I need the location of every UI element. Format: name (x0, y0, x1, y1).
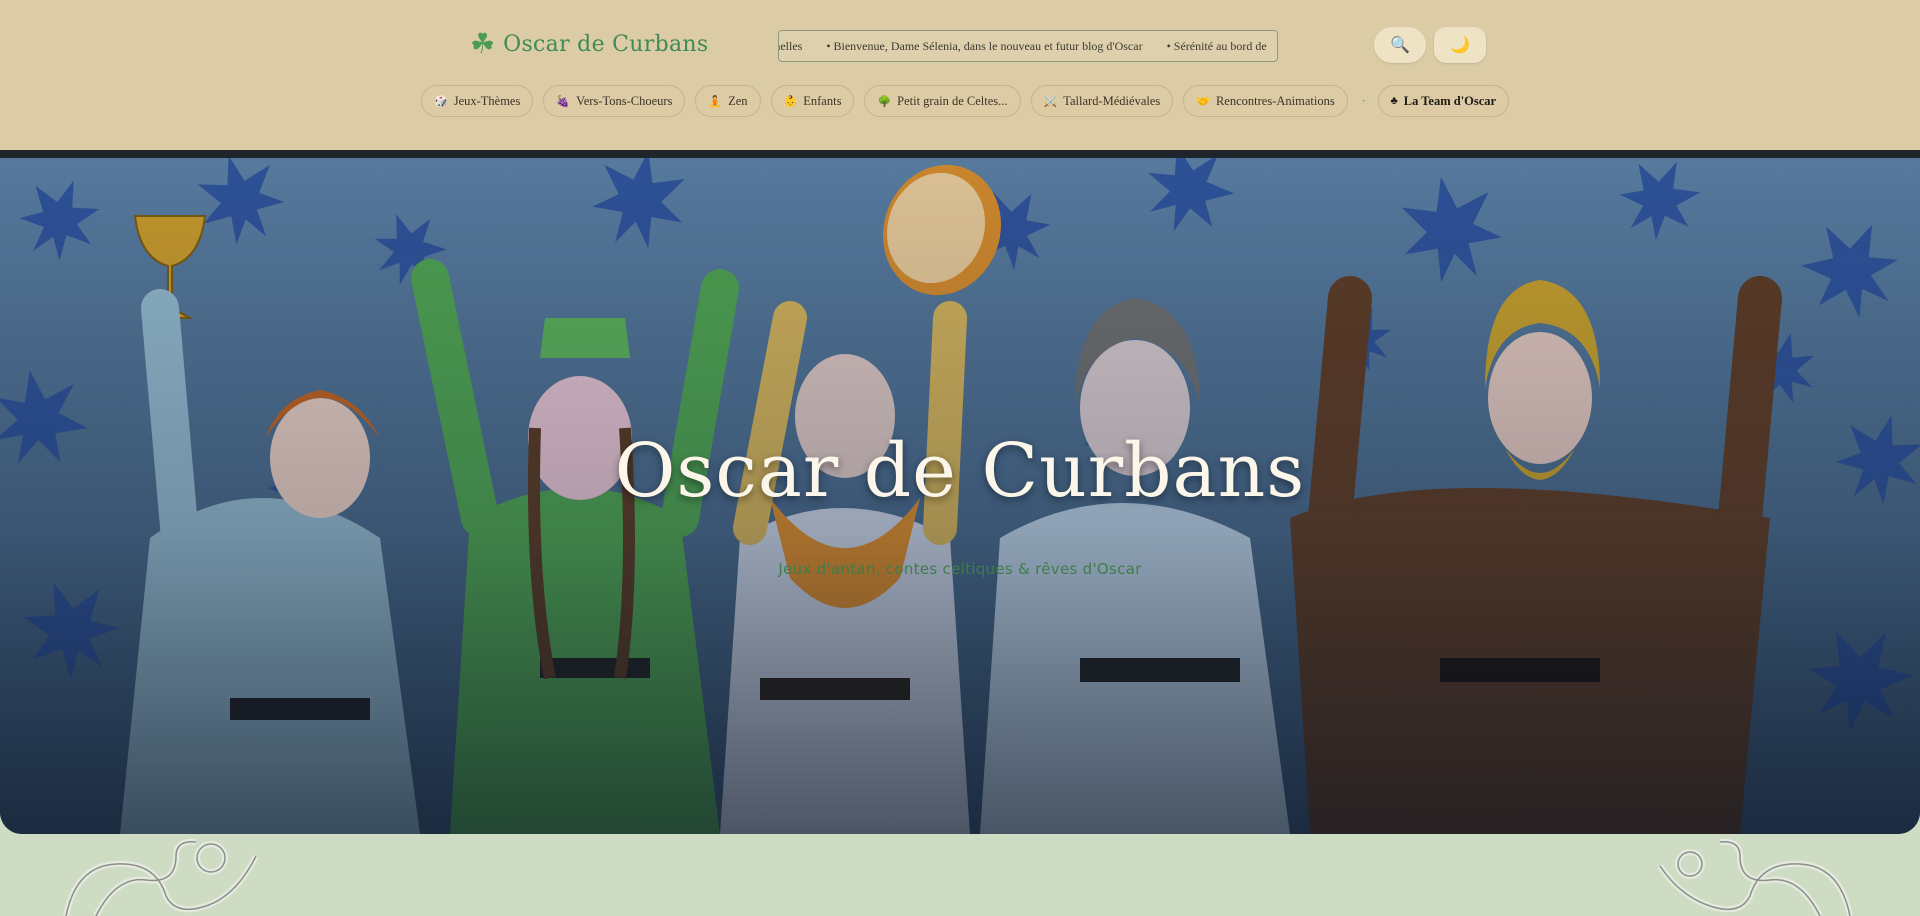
nav-item-zen[interactable]: 🧘 Zen (695, 85, 761, 117)
celtic-knot-ornament-left (63, 838, 259, 916)
child-icon: 👶 (783, 95, 798, 108)
shamrock-icon: ☘ (470, 27, 496, 60)
celtic-knot-ornament-right (1657, 838, 1853, 916)
ticker-track: ernelles • Bienvenue, Dame Sélenia, dans… (779, 31, 1267, 61)
nav-item-label: Jeux-Thèmes (453, 93, 521, 108)
nav-item-label: Rencontres-Animations (1215, 93, 1335, 108)
search-button[interactable]: 🔍 (1374, 27, 1426, 63)
hero-title: Oscar de Curbans (614, 428, 1306, 514)
meditation-icon: 🧘 (708, 95, 723, 108)
grapes-icon: 🍇 (556, 95, 571, 108)
search-icon: 🔍 (1390, 37, 1410, 54)
ticker-item[interactable]: • Bienvenue, Dame Sélenia, dans le nouve… (826, 31, 1142, 61)
nav-item-rencontres-animations[interactable]: 🤝 Rencontres-Animations (1183, 85, 1348, 117)
nav-item-petit-grain-de-celtes[interactable]: 🌳 Petit grain de Celtes... (864, 85, 1021, 117)
nav-separator: · (1361, 94, 1366, 108)
tree-icon: 🌳 (877, 95, 892, 108)
news-ticker[interactable]: ernelles • Bienvenue, Dame Sélenia, dans… (778, 30, 1278, 62)
swords-icon: ⚔️ (1043, 95, 1058, 108)
nav-item-vers-tons-choeurs[interactable]: 🍇 Vers-Tons-Choeurs (543, 85, 686, 117)
ticker-item[interactable]: ernelles (779, 31, 802, 61)
nav-item-label: Petit grain de Celtes... (897, 93, 1008, 108)
main-nav: 🎲 Jeux-Thèmes 🍇 Vers-Tons-Choeurs 🧘 Zen … (421, 84, 1519, 118)
hero-subtitle: Jeux d'antan, contes celtiques & rêves d… (778, 560, 1142, 578)
header-divider (0, 150, 1920, 158)
nav-item-tallard-medievales[interactable]: ⚔️ Tallard-Médiévales (1030, 85, 1174, 117)
site-title: Oscar de Curbans (503, 31, 709, 57)
nav-item-enfants[interactable]: 👶 Enfants (770, 85, 855, 117)
hero-banner: Oscar de Curbans Jeux d'antan, contes ce… (0, 158, 1920, 834)
moon-icon: 🌙 (1450, 37, 1470, 54)
nav-item-label: Enfants (803, 93, 842, 108)
dice-icon: 🎲 (434, 95, 448, 108)
nav-item-label: La Team d'Oscar (1403, 93, 1497, 108)
club-icon: ♣ (1390, 95, 1398, 107)
site-brand-link[interactable]: ☘ Oscar de Curbans (470, 26, 708, 62)
theme-toggle-button[interactable]: 🌙 (1434, 27, 1486, 63)
nav-item-team[interactable]: ♣ La Team d'Oscar (1377, 85, 1510, 117)
nav-item-jeux-themes[interactable]: 🎲 Jeux-Thèmes (421, 85, 534, 117)
nav-item-label: Vers-Tons-Choeurs (576, 93, 673, 108)
ticker-item[interactable]: • Sérénité au bord de (1167, 31, 1267, 61)
handshake-icon: 🤝 (1196, 95, 1210, 108)
nav-item-label: Zen (728, 93, 748, 108)
site-header: ☘ Oscar de Curbans ernelles • Bienvenue,… (0, 0, 1920, 152)
nav-item-label: Tallard-Médiévales (1063, 93, 1161, 108)
